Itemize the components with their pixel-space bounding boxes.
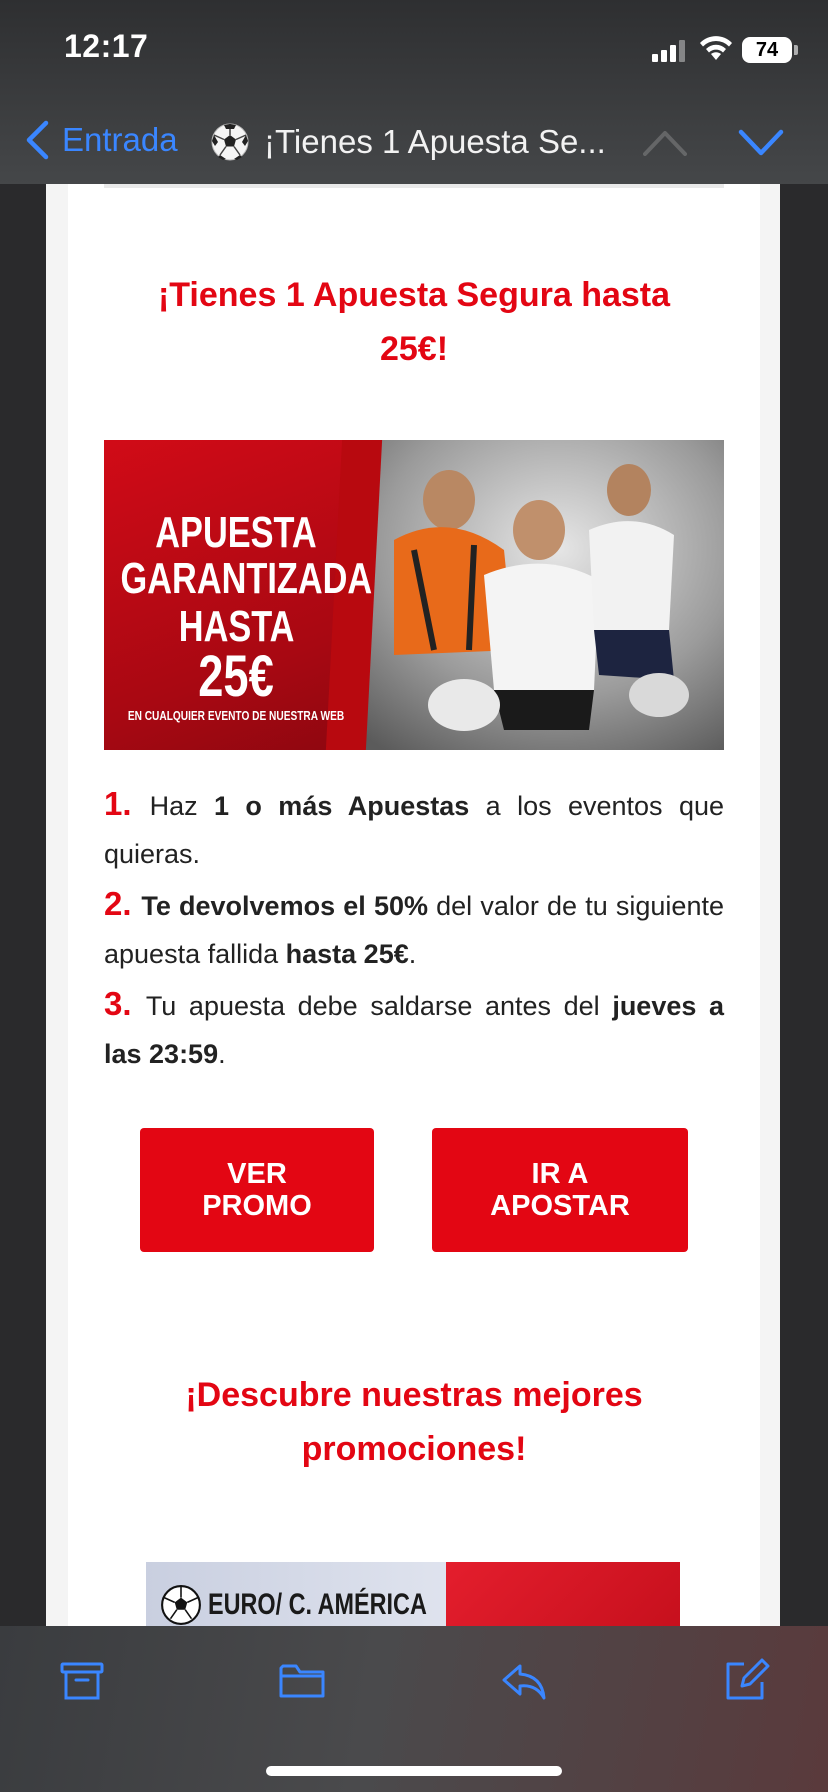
back-button-label: Entrada	[62, 121, 178, 158]
compose-icon[interactable]	[722, 1656, 770, 1704]
chevron-up-icon[interactable]	[642, 128, 688, 158]
bottom-toolbar	[0, 1626, 828, 1792]
players-illustration	[354, 440, 724, 750]
ir-a-apostar-line1: IR A	[531, 1158, 589, 1190]
back-button[interactable]: Entrada	[24, 120, 178, 160]
soccer-ball-icon	[161, 1585, 201, 1625]
ir-a-apostar-button[interactable]: IR A APOSTAR	[432, 1128, 688, 1252]
banner-amount: 25€	[198, 644, 274, 709]
step-number: 3.	[104, 985, 146, 1022]
banner-line1: APUESTA	[155, 508, 317, 557]
promo-image-banner[interactable]: APUESTA GARANTIZADA HASTA 25€ EN CUALQUI…	[104, 440, 724, 750]
banner-line2: GARANTIZADA	[120, 554, 373, 603]
steps-list: 1. Haz 1 o más Apuestas a los eventos qu…	[104, 780, 724, 1080]
step-number: 1.	[104, 785, 150, 822]
euro-copa-america-banner[interactable]: EURO/ C. AMÉRICA	[146, 1562, 680, 1626]
step-text-bold: Te devolvemos el 50%	[141, 891, 428, 921]
promotions-headline: ¡Descubre nuestras mejores promociones!	[185, 1376, 643, 1468]
email-subject-title: ¡Tienes 1 Apuesta Se...	[210, 122, 606, 162]
banner-line3: HASTA 25€	[144, 602, 328, 707]
email-body[interactable]: ¡Tienes 1 Apuesta Segura hasta 25€! APUE…	[68, 184, 760, 1626]
promo-banner-right	[446, 1562, 680, 1626]
battery-tip	[794, 45, 798, 55]
top-bar: 12:17 74 Entrada ¡Tienes 1 Apuesta Se...	[0, 0, 828, 184]
chevron-down-icon[interactable]	[738, 128, 784, 158]
step-text: Tu apuesta debe saldarse antes del	[145, 991, 613, 1021]
ver-promo-line1: VER	[227, 1158, 287, 1190]
step-text: .	[218, 1039, 226, 1069]
home-indicator	[266, 1766, 562, 1776]
ver-promo-button[interactable]: VER PROMO	[140, 1128, 374, 1252]
banner-text: APUESTA GARANTIZADA HASTA 25€ EN CUALQUI…	[121, 508, 373, 725]
step-number: 2.	[104, 885, 142, 922]
step-text-bold: hasta 25€	[285, 939, 409, 969]
step-text-bold: 1 o más Apuestas	[214, 791, 470, 821]
reply-icon[interactable]	[500, 1656, 548, 1704]
folder-icon[interactable]	[278, 1656, 326, 1704]
step-text: .	[408, 939, 417, 969]
step-item: 1. Haz 1 o más Apuestas a los eventos qu…	[104, 780, 724, 878]
email-headline: ¡Tienes 1 Apuesta Segura hasta 25€!	[157, 276, 671, 368]
soccer-ball-icon	[211, 123, 249, 161]
step-item: 3. Tu apuesta debe saldarse antes del ju…	[104, 980, 724, 1078]
chevron-left-icon	[26, 120, 49, 160]
ver-promo-line2: PROMO	[202, 1190, 312, 1222]
divider	[104, 184, 724, 188]
step-text: Haz	[149, 791, 215, 821]
status-time: 12:17	[64, 28, 149, 64]
archive-icon[interactable]	[58, 1656, 106, 1704]
step-item: 2. Te devolvemos el 50% del valor de tu …	[104, 880, 724, 978]
cellular-signal-icon	[652, 40, 688, 62]
wifi-icon	[700, 36, 732, 60]
banner-line4: EN CUALQUIER EVENTO DE NUESTRA WEB	[127, 708, 345, 723]
ir-a-apostar-line2: APOSTAR	[490, 1190, 630, 1222]
nav-title-text: ¡Tienes 1 Apuesta Se...	[264, 123, 606, 160]
battery-icon: 74	[742, 37, 792, 63]
promo-banner-text: EURO/ C. AMÉRICA	[208, 1588, 427, 1621]
players-photo	[354, 440, 724, 750]
